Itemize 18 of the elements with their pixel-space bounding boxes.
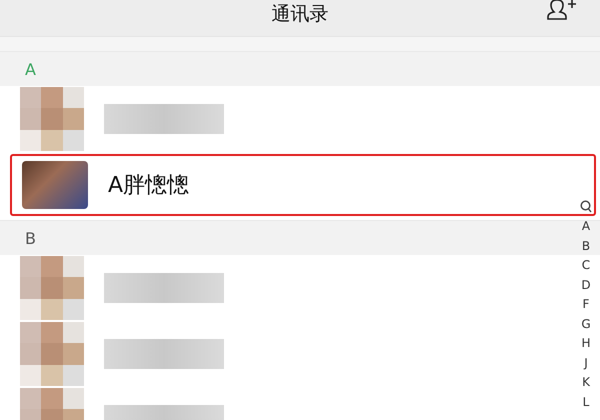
photo-placeholder bbox=[22, 161, 88, 209]
index-letter[interactable]: J bbox=[584, 354, 588, 373]
index-letter[interactable]: B bbox=[582, 236, 590, 256]
index-letter[interactable]: F bbox=[582, 295, 590, 314]
blurred-avatar bbox=[20, 322, 84, 386]
contact-name: A胖憁憁 bbox=[108, 172, 190, 200]
contact-row[interactable]: A胖憁憁 bbox=[10, 154, 596, 216]
index-letter[interactable]: H bbox=[581, 334, 591, 354]
section-letter: B bbox=[25, 228, 36, 248]
index-letter[interactable]: L bbox=[582, 392, 590, 412]
index-letter[interactable]: C bbox=[582, 256, 590, 276]
index-letter[interactable]: K bbox=[582, 373, 590, 392]
index-letter[interactable]: D bbox=[581, 276, 591, 295]
page-title: 通讯录 bbox=[272, 2, 328, 26]
search-icon[interactable] bbox=[580, 200, 592, 213]
section-letter: A bbox=[25, 60, 36, 78]
index-letter[interactable]: G bbox=[581, 314, 591, 334]
index-letter[interactable]: A bbox=[582, 217, 590, 236]
